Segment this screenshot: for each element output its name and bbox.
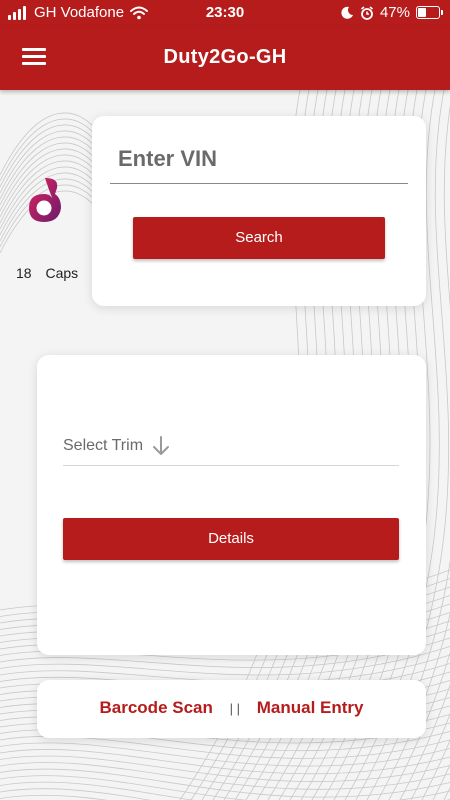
caps-label: Caps <box>45 265 79 281</box>
app-bar: Duty2Go-GH <box>0 26 450 90</box>
link-separator: | | <box>229 701 240 717</box>
battery-percent: 47% <box>379 4 410 21</box>
caps-count: 18 <box>16 265 32 281</box>
status-right: 47% <box>340 4 443 21</box>
search-button[interactable]: Search <box>133 217 385 259</box>
bottom-links: Barcode Scan | | Manual Entry <box>37 698 426 718</box>
trim-select[interactable]: Select Trim <box>63 433 399 466</box>
vin-input[interactable] <box>110 134 408 184</box>
app-logo <box>29 178 61 222</box>
arrow-down-icon <box>153 436 169 455</box>
app-title: Duty2Go-GH <box>163 46 287 68</box>
alarm-icon <box>360 5 373 20</box>
battery-tip <box>441 10 443 15</box>
barcode-scan-link[interactable]: Barcode Scan <box>100 698 213 717</box>
caps-row: 18 Caps <box>16 265 88 281</box>
trim-card: Select Trim Details <box>37 355 426 655</box>
status-bar: GH Vodafone 23:30 47% <box>0 0 450 26</box>
moon-icon <box>341 6 353 19</box>
details-button[interactable]: Details <box>63 518 399 560</box>
bottom-action-card: Barcode Scan | | Manual Entry <box>37 680 426 738</box>
vin-card: Search <box>92 116 426 306</box>
manual-entry-link[interactable]: Manual Entry <box>257 698 364 717</box>
battery-level <box>418 8 427 17</box>
battery-icon <box>416 6 443 19</box>
trim-select-label: Select Trim <box>63 437 144 454</box>
